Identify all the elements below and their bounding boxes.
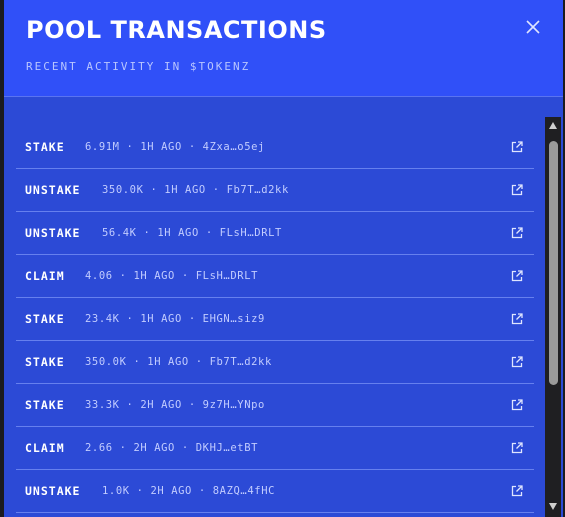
external-link-icon[interactable] (510, 312, 524, 326)
transaction-details: 6.91M · 1H AGO · 4Zxa…o5ej (85, 141, 265, 153)
transaction-details: 350.0K · 1H AGO · Fb7T…d2kk (102, 184, 289, 196)
external-link-icon[interactable] (510, 183, 524, 197)
external-link-icon[interactable] (510, 398, 524, 412)
transaction-row[interactable]: STAKE 23.4K · 1H AGO · EHGN…siz9 (16, 298, 534, 341)
transaction-type: STAKE (25, 140, 65, 154)
scrollbar[interactable] (545, 117, 561, 517)
transaction-type: UNSTAKE (25, 226, 81, 240)
transaction-type: STAKE (25, 398, 65, 412)
scroll-down-arrow-icon[interactable] (548, 501, 558, 511)
pool-transactions-modal: POOL TRANSACTIONS RECENT ACTIVITY IN $TO… (4, 0, 563, 517)
transaction-row[interactable]: STAKE 6.91M · 1H AGO · 4Zxa…o5ej (16, 126, 534, 169)
external-link-icon[interactable] (510, 441, 524, 455)
close-icon[interactable] (522, 16, 544, 38)
transaction-details: 1.0K · 2H AGO · 8AZQ…4fHC (102, 485, 276, 497)
transaction-row[interactable]: UNSTAKE 56.4K · 1H AGO · FLsH…DRLT (16, 212, 534, 255)
transaction-row[interactable]: UNSTAKE 350.0K · 1H AGO · Fb7T…d2kk (16, 169, 534, 212)
transaction-details: 56.4K · 1H AGO · FLsH…DRLT (102, 227, 282, 239)
modal-title: POOL TRANSACTIONS (26, 16, 327, 44)
external-link-icon[interactable] (510, 484, 524, 498)
transaction-type: STAKE (25, 312, 65, 326)
transaction-details: 2.66 · 2H AGO · DKHJ…etBT (85, 442, 259, 454)
transaction-type: STAKE (25, 355, 65, 369)
transaction-list: STAKE 6.91M · 1H AGO · 4Zxa…o5ej UNSTAKE 35… (4, 126, 544, 513)
transaction-details: 33.3K · 2H AGO · 9z7H…YNpo (85, 399, 265, 411)
transaction-details: 350.0K · 1H AGO · Fb7T…d2kk (85, 356, 272, 368)
transaction-row[interactable]: CLAIM 2.66 · 2H AGO · DKHJ…etBT (16, 427, 534, 470)
external-link-icon[interactable] (510, 226, 524, 240)
transaction-type: CLAIM (25, 269, 65, 283)
external-link-icon[interactable] (510, 140, 524, 154)
external-link-icon[interactable] (510, 355, 524, 369)
transaction-row[interactable]: STAKE 33.3K · 2H AGO · 9z7H…YNpo (16, 384, 534, 427)
scroll-up-arrow-icon[interactable] (548, 121, 558, 131)
transaction-row[interactable]: UNSTAKE 1.0K · 2H AGO · 8AZQ…4fHC (16, 470, 534, 513)
external-link-icon[interactable] (510, 269, 524, 283)
transaction-row[interactable]: CLAIM 4.06 · 1H AGO · FLsH…DRLT (16, 255, 534, 298)
scrollbar-thumb[interactable] (549, 141, 558, 385)
transaction-type: UNSTAKE (25, 183, 81, 197)
modal-header: POOL TRANSACTIONS RECENT ACTIVITY IN $TO… (4, 0, 563, 97)
transaction-type: UNSTAKE (25, 484, 81, 498)
transaction-details: 4.06 · 1H AGO · FLsH…DRLT (85, 270, 259, 282)
transaction-row[interactable]: STAKE 350.0K · 1H AGO · Fb7T…d2kk (16, 341, 534, 384)
modal-subtitle: RECENT ACTIVITY IN $TOKENZ (26, 60, 251, 73)
transaction-type: CLAIM (25, 441, 65, 455)
transaction-details: 23.4K · 1H AGO · EHGN…siz9 (85, 313, 265, 325)
